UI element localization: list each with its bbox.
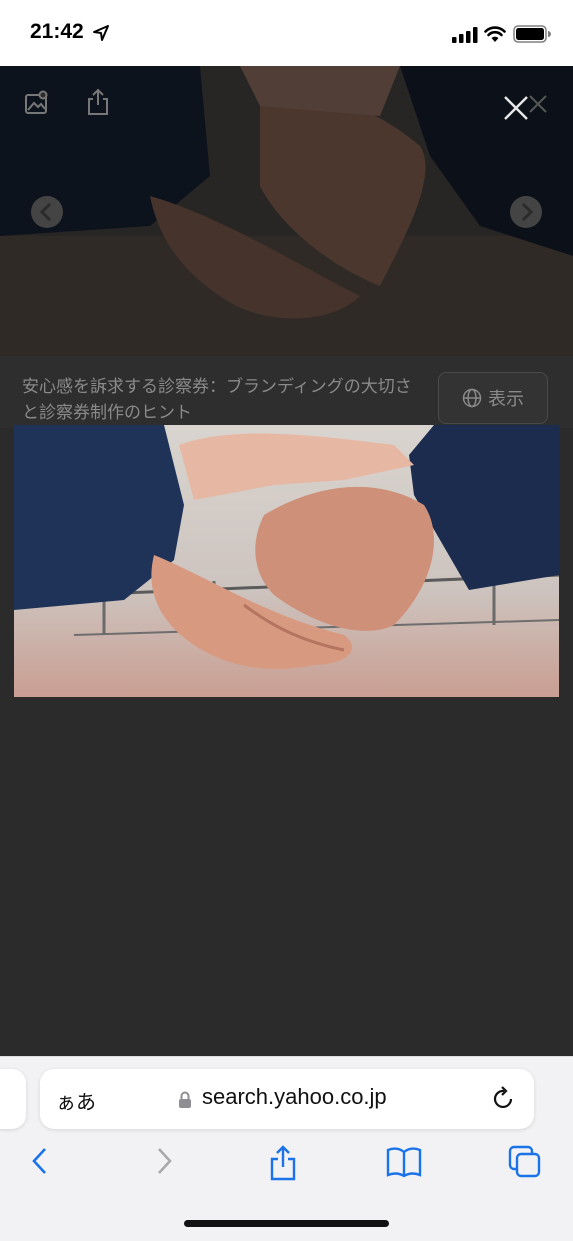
previous-image-icon[interactable] xyxy=(30,195,64,229)
home-indicator xyxy=(184,1220,389,1227)
globe-icon xyxy=(462,388,482,408)
tabs-icon[interactable] xyxy=(508,1145,542,1179)
battery-icon xyxy=(513,25,551,43)
wifi-icon xyxy=(484,26,506,42)
page-settings-button[interactable]: ぁあ xyxy=(56,1086,96,1115)
url-text[interactable]: search.yahoo.co.jp xyxy=(202,1084,387,1110)
reload-icon[interactable] xyxy=(492,1086,516,1112)
address-bar[interactable]: ぁあ search.yahoo.co.jp xyxy=(40,1069,534,1129)
show-page-label: 表示 xyxy=(488,389,524,410)
share-icon[interactable] xyxy=(86,88,110,116)
share-icon[interactable] xyxy=(268,1145,298,1181)
show-page-button[interactable]: 表示 xyxy=(438,372,548,424)
safari-bottom-bar: ぁあ search.yahoo.co.jp xyxy=(0,1056,573,1241)
bookmarks-icon[interactable] xyxy=(386,1145,422,1179)
save-image-icon[interactable] xyxy=(24,90,50,116)
location-arrow-icon xyxy=(93,25,109,41)
status-bar: 21:42 xyxy=(0,0,573,66)
previous-tab-preview[interactable] xyxy=(0,1069,26,1129)
lock-icon xyxy=(179,1091,191,1108)
cellular-signal-icon xyxy=(452,27,478,43)
back-icon[interactable] xyxy=(28,1145,52,1177)
close-shadow-icon xyxy=(529,95,547,113)
close-icon[interactable] xyxy=(502,94,530,122)
forward-icon[interactable] xyxy=(152,1145,176,1177)
image-caption-row: 安心感を訴求する診察券：ブランディングの大切さと診察券制作のヒント 表示 xyxy=(0,356,573,428)
next-image-icon[interactable] xyxy=(509,195,543,229)
status-time: 21:42 xyxy=(30,20,84,43)
main-photo-handshake[interactable] xyxy=(14,425,559,697)
image-caption[interactable]: 安心感を訴求する診察券：ブランディングの大切さと診察券制作のヒント xyxy=(22,374,422,426)
